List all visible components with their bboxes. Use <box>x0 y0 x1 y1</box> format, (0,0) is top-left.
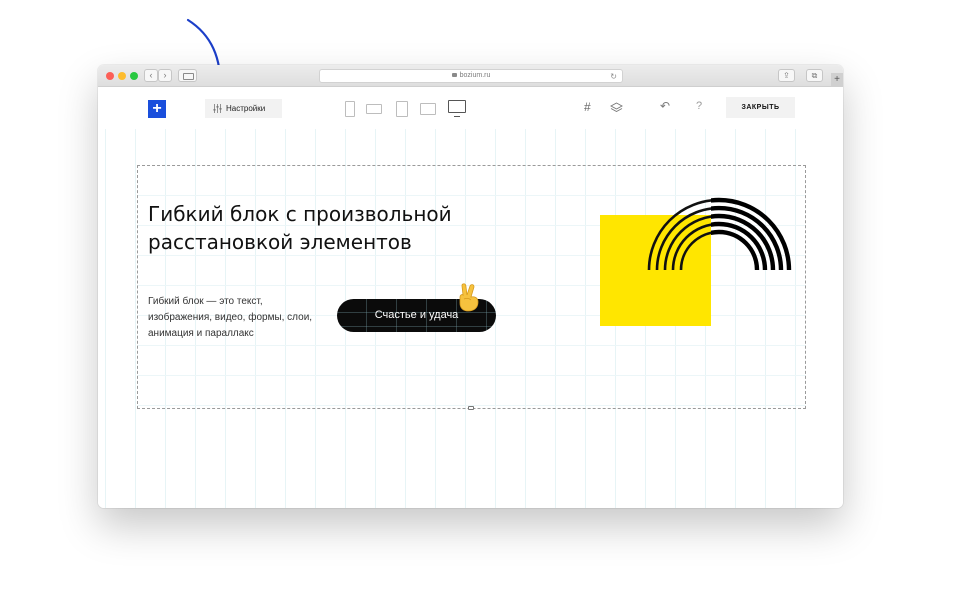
address-bar[interactable]: bozium.ru ↻ <box>319 69 623 83</box>
block-description[interactable]: Гибкий блок — это текст, изображения, ви… <box>148 294 328 342</box>
editor-canvas[interactable]: Гибкий блок с произвольной расстановкой … <box>98 129 843 508</box>
description-line-1: Гибкий блок — это текст, <box>148 296 263 307</box>
address-url: bozium.ru <box>459 72 491 79</box>
block-headline[interactable]: Гибкий блок с произвольной расстановкой … <box>148 200 528 256</box>
maximize-window-button[interactable] <box>130 72 138 80</box>
tablet-landscape-icon[interactable] <box>420 103 436 115</box>
grid-icon[interactable]: # <box>584 101 597 114</box>
new-tab-button[interactable]: + <box>831 73 843 87</box>
browser-titlebar: ‹ › bozium.ru ↻ ⇪ ⧉ + <box>98 65 843 87</box>
settings-label: Настройки <box>226 104 266 113</box>
share-icon: ⇪ <box>783 71 790 80</box>
help-button[interactable]: ? <box>696 100 702 112</box>
forward-button[interactable]: › <box>158 69 172 82</box>
back-button[interactable]: ‹ <box>144 69 158 82</box>
close-window-button[interactable] <box>106 72 114 80</box>
phone-portrait-icon[interactable] <box>345 101 355 117</box>
add-block-button[interactable]: + <box>148 100 166 118</box>
minimize-window-button[interactable] <box>118 72 126 80</box>
reload-icon[interactable]: ↻ <box>610 71 617 83</box>
block-resize-handle[interactable] <box>468 406 474 410</box>
headline-line-1: Гибкий блок с произвольной <box>148 202 452 226</box>
settings-button[interactable]: Настройки <box>205 99 282 118</box>
sliders-icon <box>213 104 222 113</box>
rainbow-arcs-shape[interactable] <box>645 197 793 277</box>
headline-line-2: расстановкой элементов <box>148 230 412 254</box>
share-button[interactable]: ⇪ <box>778 69 795 82</box>
desktop-stand-icon <box>454 114 460 117</box>
chevron-right-icon: › <box>163 70 167 80</box>
tablet-portrait-icon[interactable] <box>396 101 408 117</box>
chevron-left-icon: ‹ <box>149 70 153 80</box>
desktop-icon[interactable] <box>448 100 466 113</box>
lock-icon <box>451 73 457 77</box>
description-line-2: изображения, видео, формы, слои, <box>148 312 313 323</box>
editor-toolbar: + Настройки # ↶ ? ЗАКРЫТЬ <box>98 87 843 129</box>
victory-hand-icon[interactable] <box>456 282 482 312</box>
screenshot-stage: ‹ › bozium.ru ↻ ⇪ ⧉ + + Настройки # ↶ ? … <box>0 0 960 597</box>
sidebar-toggle-button[interactable] <box>178 69 197 82</box>
undo-icon[interactable]: ↶ <box>660 99 670 113</box>
tabs-icon: ⧉ <box>811 71 818 80</box>
description-line-3: анимация и параллакс <box>148 328 254 339</box>
phone-landscape-icon[interactable] <box>366 104 382 114</box>
tabs-overview-button[interactable]: ⧉ <box>806 69 823 82</box>
close-editor-button[interactable]: ЗАКРЫТЬ <box>726 97 795 118</box>
browser-window: ‹ › bozium.ru ↻ ⇪ ⧉ + + Настройки # ↶ ? … <box>98 65 843 508</box>
layers-icon[interactable] <box>610 101 623 114</box>
